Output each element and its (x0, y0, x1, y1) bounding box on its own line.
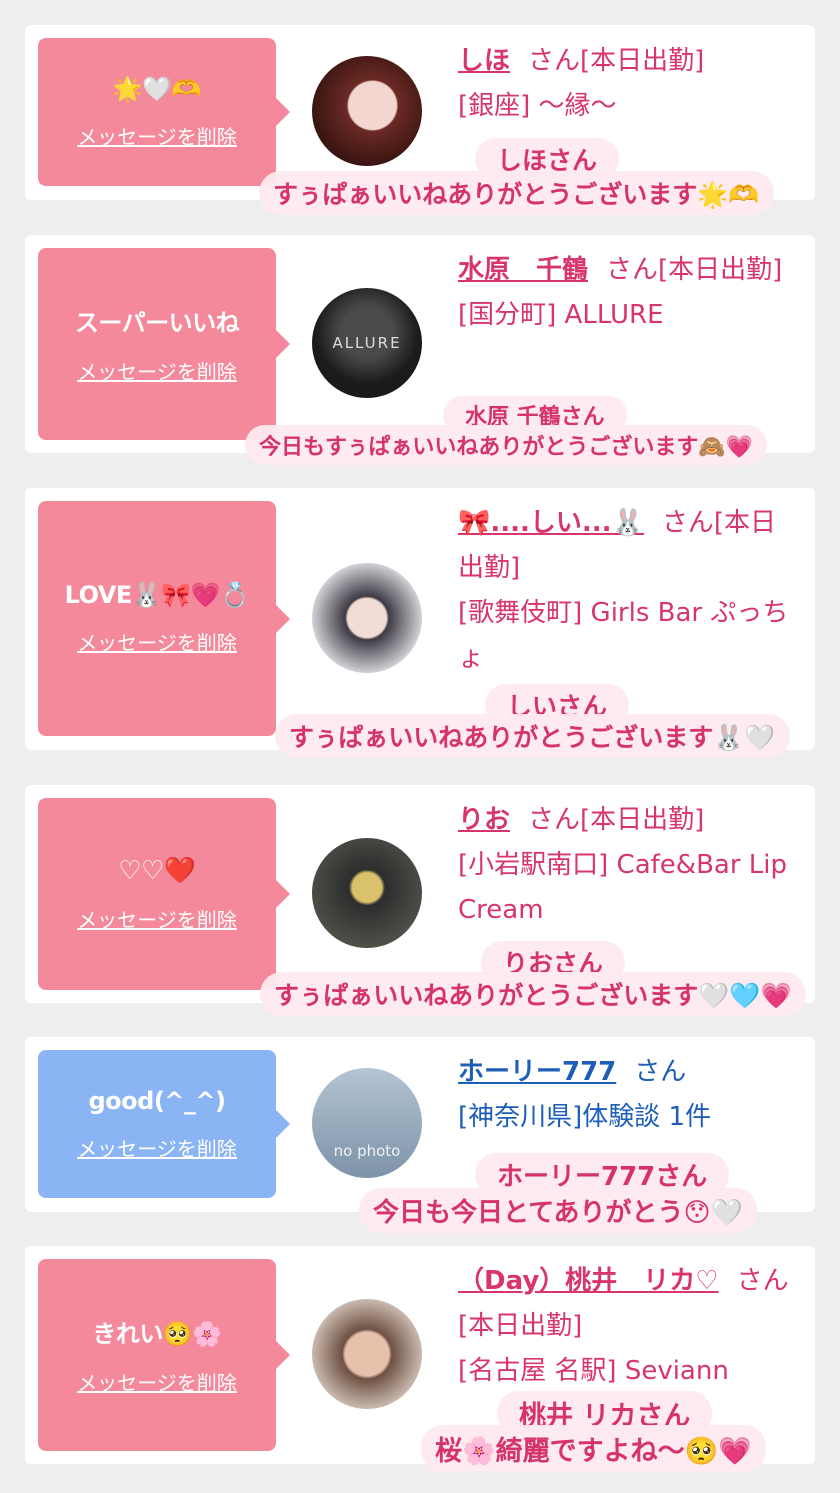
shop-label: [銀座] 〜縁〜 (458, 91, 617, 121)
delete-message-link[interactable]: メッセージを削除 (77, 121, 237, 150)
profile-info: 🎀....しい...🐰 さん[本日出勤] [歌舞伎町] Girls Bar ぷっち… (458, 501, 798, 681)
no-photo-label: no photo (333, 1142, 401, 1160)
profile-info: （Day）桃井 リカ♡ さん[本日出勤] [名古屋 名駅] Seviann (458, 1259, 798, 1394)
like-card-3: LOVE🐰🎀💗💍 メッセージを削除 🎀....しい...🐰 さん[本日出勤] [歌… (25, 488, 815, 758)
profile-info: しほ さん[本日出勤] [銀座] 〜縁〜 (458, 39, 798, 129)
shop-label: [神奈川県]体験談 1件 (458, 1102, 712, 1132)
name-suffix: さん[本日出勤] (528, 805, 705, 835)
name-suffix: さん[本日出勤] (528, 46, 705, 76)
like-card-2: スーパーいいね メッセージを削除 ALLURE 水原 千鶴 さん[本日出勤] [国… (25, 235, 815, 465)
like-card-6: きれい🥺🌸 メッセージを削除 （Day）桃井 リカ♡ さん[本日出勤] [名古屋 … (25, 1246, 815, 1472)
message-text: ♡♡❤️ (118, 855, 196, 886)
message-bubble: スーパーいいね メッセージを削除 (38, 248, 290, 440)
like-card-1: 🌟🤍🫶 メッセージを削除 しほ さん[本日出勤] [銀座] 〜縁〜 しほさん すぅ… (25, 25, 815, 215)
message-text: LOVE🐰🎀💗💍 (64, 581, 250, 609)
profile-info: ホーリー777 さん [神奈川県]体験談 1件 (458, 1050, 798, 1140)
shop-label: [名古屋 名駅] Seviann (458, 1356, 729, 1386)
profile-info: 水原 千鶴 さん[本日出勤] [国分町] ALLURE (458, 248, 798, 338)
overlay-text-caption: すぅぱぁいいねありがとうございます🌟🫶 (259, 171, 774, 215)
reviewer-name-link[interactable]: ホーリー777 (458, 1057, 616, 1087)
avatar[interactable]: no photo (312, 1068, 422, 1178)
shop-label: [歌舞伎町] Girls Bar ぷっちょ (458, 598, 789, 673)
message-bubble: ♡♡❤️ メッセージを削除 (38, 798, 290, 990)
name-suffix: さん[本日出勤] (606, 255, 783, 285)
delete-message-link[interactable]: メッセージを削除 (77, 1133, 237, 1162)
avatar[interactable] (312, 56, 422, 166)
overlay-text-caption: すぅぱぁいいねありがとうございます🤍🩵💗 (260, 972, 806, 1016)
avatar[interactable] (312, 1299, 422, 1409)
avatar-logo-text: ALLURE (332, 334, 402, 352)
like-card-4: ♡♡❤️ メッセージを削除 りお さん[本日出勤] [小岩駅南口] Cafe&Ba… (25, 785, 815, 1016)
overlay-text-caption: 今日も今日とてありがとう😯🤍 (359, 1188, 757, 1233)
shop-label: [小岩駅南口] Cafe&Bar Lip Cream (458, 850, 787, 925)
message-text: good(^_^) (88, 1086, 227, 1115)
profile-info: りお さん[本日出勤] [小岩駅南口] Cafe&Bar Lip Cream (458, 798, 798, 933)
cast-name-link[interactable]: 🎀....しい...🐰 (458, 508, 644, 538)
overlay-text-caption: すぅぱぁいいねありがとうございます🐰🤍 (275, 714, 790, 758)
cast-name-link[interactable]: りお (458, 805, 510, 835)
cast-name-link[interactable]: （Day）桃井 リカ♡ (458, 1266, 719, 1296)
delete-message-link[interactable]: メッセージを削除 (77, 356, 237, 385)
overlay-text-caption: 桜🌸綺麗ですよね〜🥺💗 (421, 1425, 766, 1472)
delete-message-link[interactable]: メッセージを削除 (77, 1367, 237, 1396)
delete-message-link[interactable]: メッセージを削除 (77, 627, 237, 656)
message-bubble: きれい🥺🌸 メッセージを削除 (38, 1259, 290, 1451)
avatar[interactable] (312, 563, 422, 673)
message-bubble: good(^_^) メッセージを削除 (38, 1050, 290, 1198)
name-suffix: さん (634, 1057, 687, 1087)
message-text: きれい🥺🌸 (92, 1320, 222, 1348)
cast-name-link[interactable]: 水原 千鶴 (458, 255, 588, 285)
message-bubble: LOVE🐰🎀💗💍 メッセージを削除 (38, 501, 290, 736)
message-bubble: 🌟🤍🫶 メッセージを削除 (38, 38, 290, 186)
delete-message-link[interactable]: メッセージを削除 (77, 904, 237, 933)
message-text: 🌟🤍🫶 (112, 74, 202, 103)
avatar[interactable]: ALLURE (312, 288, 422, 398)
avatar[interactable] (312, 838, 422, 948)
cast-name-link[interactable]: しほ (458, 46, 510, 76)
message-text: スーパーいいね (74, 309, 240, 337)
shop-label: [国分町] ALLURE (458, 300, 664, 330)
like-card-5: good(^_^) メッセージを削除 no photo ホーリー777 さん [神… (25, 1037, 815, 1233)
overlay-text-caption: 今日もすぅぱぁいいねありがとうございます🙈💗 (245, 425, 768, 465)
